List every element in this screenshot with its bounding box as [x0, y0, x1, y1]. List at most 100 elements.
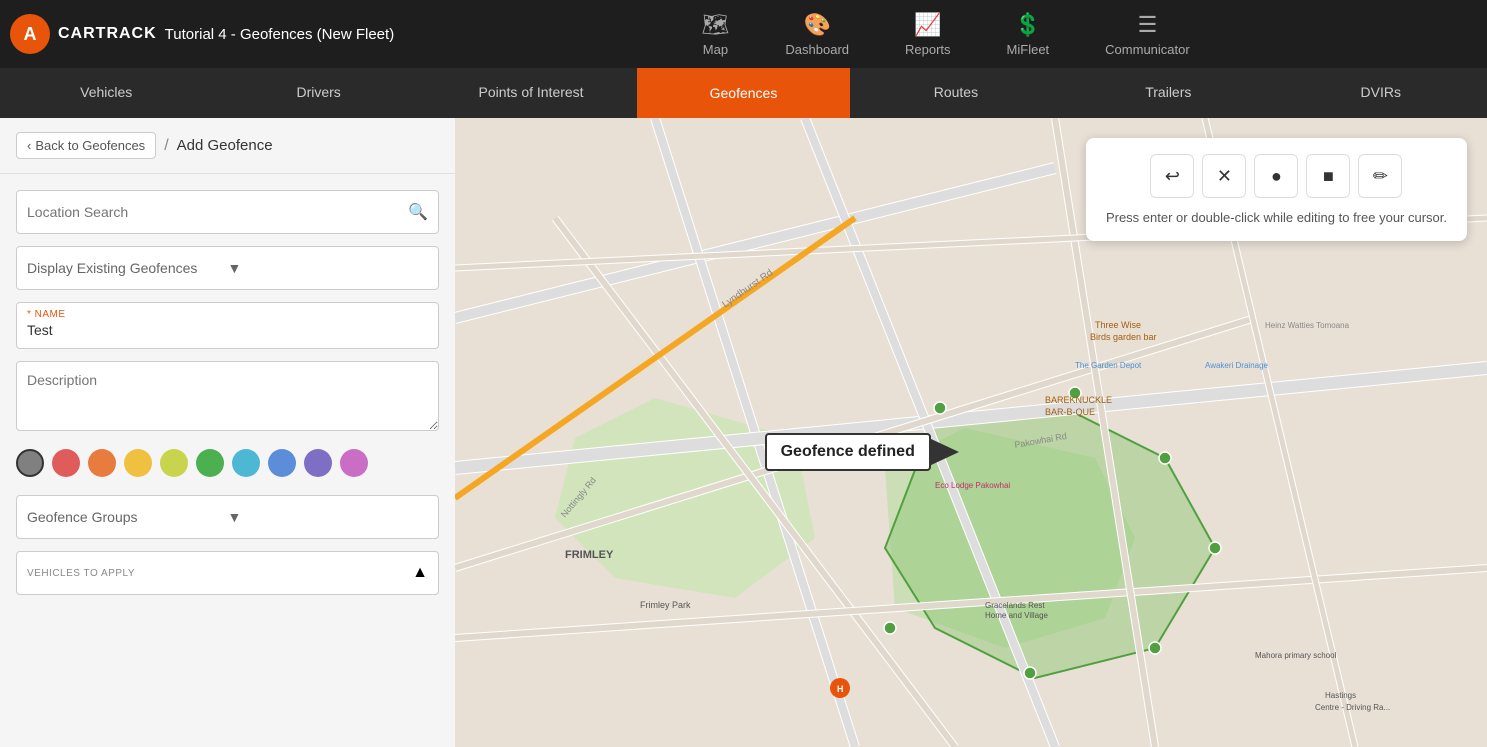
main-layout: ‹ Back to Geofences / Add Geofence 🔍 Dis… — [0, 118, 1487, 747]
color-swatch-pink[interactable] — [340, 449, 368, 477]
svg-text:BAR-B-QUE: BAR-B-QUE — [1045, 407, 1095, 417]
breadcrumb: ‹ Back to Geofences / Add Geofence — [0, 118, 455, 174]
dashboard-icon: 🎨 — [804, 12, 831, 38]
color-swatch-lime[interactable] — [160, 449, 188, 477]
svg-text:Awakeri Drainage: Awakeri Drainage — [1205, 361, 1269, 370]
name-field-label: * NAME — [27, 309, 428, 320]
edit-button[interactable]: ✏ — [1358, 154, 1402, 198]
square-icon: ■ — [1323, 166, 1334, 187]
form-area: 🔍 Display Existing Geofences ▼ * NAME — [0, 174, 455, 611]
geofence-defined-label: Geofence defined — [765, 433, 931, 471]
toolbar-buttons: ↩ ✕ ● ■ ✏ — [1150, 154, 1402, 198]
color-swatch-cyan[interactable] — [232, 449, 260, 477]
svg-text:Heinz Watties Tomoana: Heinz Watties Tomoana — [1265, 321, 1350, 330]
geofence-groups-arrow-icon: ▼ — [228, 509, 429, 525]
svg-text:Mahora primary school: Mahora primary school — [1255, 651, 1337, 660]
logo-area: A CARTRACK Tutorial 4 - Geofences (New F… — [10, 14, 394, 54]
svg-text:Three Wise: Three Wise — [1095, 320, 1141, 330]
tab-geofences-label: Geofences — [710, 85, 778, 101]
name-field-group: * NAME — [16, 302, 439, 349]
svg-text:Eco Lodge Pakowhai: Eco Lodge Pakowhai — [935, 481, 1010, 490]
logo-icon: A — [10, 14, 50, 54]
nav-label-mifleet: MiFleet — [1007, 42, 1050, 57]
nav-label-communicator: Communicator — [1105, 42, 1190, 57]
name-input[interactable] — [27, 322, 428, 338]
edit-icon: ✏ — [1373, 166, 1388, 187]
search-button[interactable]: 🔍 — [408, 202, 428, 222]
communicator-icon: ☰ — [1138, 12, 1158, 38]
tab-dvirs[interactable]: DVIRs — [1275, 68, 1487, 118]
tab-dvirs-label: DVIRs — [1361, 84, 1401, 100]
svg-text:Home and Village: Home and Village — [985, 611, 1049, 620]
map-toolbar: ↩ ✕ ● ■ ✏ Press enter or double-click wh… — [1086, 138, 1467, 241]
breadcrumb-separator: / — [164, 137, 168, 155]
undo-button[interactable]: ↩ — [1150, 154, 1194, 198]
svg-text:The Garden Depot: The Garden Depot — [1075, 361, 1142, 370]
tab-poi-label: Points of Interest — [479, 84, 584, 100]
vehicles-label: VEHICLES TO APPLY — [27, 568, 135, 579]
breadcrumb-current: Add Geofence — [177, 137, 273, 154]
svg-text:H: H — [837, 684, 844, 694]
back-arrow-icon: ‹ — [27, 138, 31, 153]
nav-label-reports: Reports — [905, 42, 951, 57]
nav-item-reports[interactable]: 📈 Reports — [877, 4, 979, 65]
svg-text:FRIMLEY: FRIMLEY — [565, 549, 614, 561]
color-swatch-orange[interactable] — [88, 449, 116, 477]
color-swatch-purple[interactable] — [304, 449, 332, 477]
svg-text:BAREKNUCKLE: BAREKNUCKLE — [1045, 395, 1112, 405]
reports-icon: 📈 — [914, 12, 941, 38]
color-swatch-green[interactable] — [196, 449, 224, 477]
vehicles-expand-icon: ▲ — [412, 564, 428, 582]
tab-routes-label: Routes — [934, 84, 978, 100]
tab-poi[interactable]: Points of Interest — [425, 68, 637, 118]
nav-label-map: Map — [703, 42, 728, 57]
display-existing-geofences-dropdown[interactable]: Display Existing Geofences ▼ — [16, 246, 439, 290]
geofence-groups-dropdown[interactable]: Geofence Groups ▼ — [16, 495, 439, 539]
tab-vehicles[interactable]: Vehicles — [0, 68, 212, 118]
top-nav-bar: A CARTRACK Tutorial 4 - Geofences (New F… — [0, 0, 1487, 68]
tab-geofences[interactable]: Geofences — [637, 68, 849, 118]
mifleet-icon: 💲 — [1014, 12, 1041, 38]
close-toolbar-button[interactable]: ✕ — [1202, 154, 1246, 198]
page-title: Tutorial 4 - Geofences (New Fleet) — [165, 26, 395, 43]
svg-text:Gracelands Rest: Gracelands Rest — [985, 601, 1045, 610]
map-area: Lyndhurst Rd Nottingly Rd Pakowhai Rd FR… — [455, 118, 1487, 747]
color-swatch-red[interactable] — [52, 449, 80, 477]
logo-name: CARTRACK — [58, 25, 157, 43]
dropdown-arrow-icon: ▼ — [228, 260, 429, 276]
color-picker — [16, 443, 439, 483]
geofence-groups-label: Geofence Groups — [27, 509, 228, 525]
tab-drivers[interactable]: Drivers — [212, 68, 424, 118]
tab-trailers-label: Trailers — [1145, 84, 1191, 100]
svg-text:Birds garden bar: Birds garden bar — [1090, 332, 1157, 342]
location-search-input[interactable] — [27, 204, 408, 220]
nav-item-mifleet[interactable]: 💲 MiFleet — [979, 4, 1078, 65]
svg-text:Hastings: Hastings — [1325, 691, 1356, 700]
svg-text:Frimley Park: Frimley Park — [640, 600, 691, 610]
nav-item-dashboard[interactable]: 🎨 Dashboard — [757, 4, 877, 65]
color-swatch-gray[interactable] — [16, 449, 44, 477]
nav-item-communicator[interactable]: ☰ Communicator — [1077, 4, 1218, 65]
nav-item-map[interactable]: 🗺 Map — [673, 4, 757, 65]
color-swatch-blue[interactable] — [268, 449, 296, 477]
tab-trailers[interactable]: Trailers — [1062, 68, 1274, 118]
description-field[interactable] — [16, 361, 439, 431]
second-nav-bar: Vehicles Drivers Points of Interest Geof… — [0, 68, 1487, 118]
back-to-geofences-button[interactable]: ‹ Back to Geofences — [16, 132, 156, 159]
undo-icon: ↩ — [1165, 166, 1180, 187]
map-icon: 🗺 — [701, 12, 729, 38]
circle-draw-button[interactable]: ● — [1254, 154, 1298, 198]
toolbar-hint: Press enter or double-click while editin… — [1106, 210, 1447, 225]
top-nav-items: 🗺 Map 🎨 Dashboard 📈 Reports 💲 MiFleet ☰ … — [414, 4, 1477, 65]
left-panel: ‹ Back to Geofences / Add Geofence 🔍 Dis… — [0, 118, 455, 747]
tab-drivers-label: Drivers — [296, 84, 340, 100]
vehicles-to-apply-section[interactable]: VEHICLES TO APPLY ▲ — [16, 551, 439, 595]
back-button-label: Back to Geofences — [35, 138, 145, 153]
location-search-box: 🔍 — [16, 190, 439, 234]
tab-vehicles-label: Vehicles — [80, 84, 132, 100]
circle-icon: ● — [1271, 166, 1282, 187]
color-swatch-yellow[interactable] — [124, 449, 152, 477]
nav-label-dashboard: Dashboard — [785, 42, 849, 57]
tab-routes[interactable]: Routes — [850, 68, 1062, 118]
square-draw-button[interactable]: ■ — [1306, 154, 1350, 198]
